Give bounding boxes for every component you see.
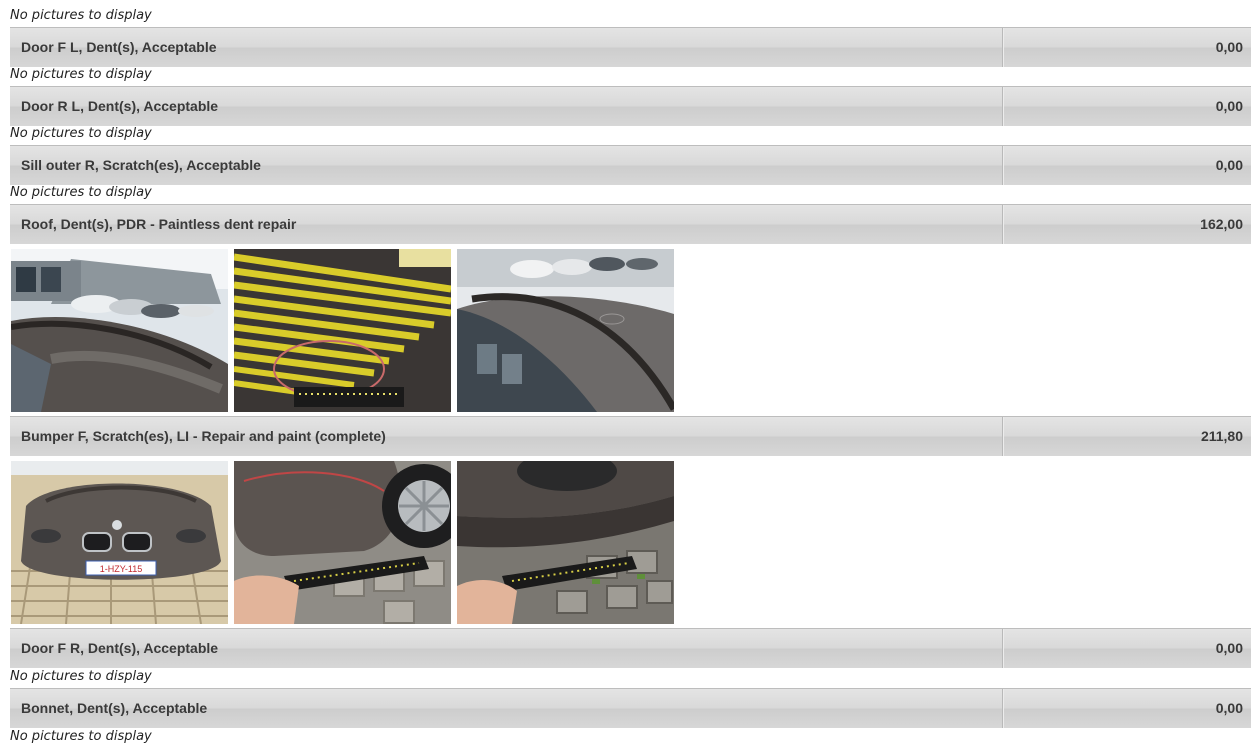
damage-amount: 162,00 xyxy=(1200,216,1243,232)
damage-description: Bonnet, Dent(s), Acceptable xyxy=(21,700,208,716)
roof-photo-3[interactable] xyxy=(457,249,674,412)
column-divider xyxy=(1002,146,1004,185)
bumper-photo-1[interactable]: 1-HZY-115 xyxy=(11,461,228,624)
license-plate: 1-HZY-115 xyxy=(100,564,143,574)
damage-row-bonnet[interactable]: Bonnet, Dent(s), Acceptable 0,00 xyxy=(10,688,1251,728)
damage-amount: 0,00 xyxy=(1215,157,1243,173)
no-pictures-note: No pictures to display xyxy=(10,729,152,744)
damage-description: Door F L, Dent(s), Acceptable xyxy=(21,39,217,55)
damage-description: Roof, Dent(s), PDR - Paintless dent repa… xyxy=(21,216,297,232)
bumper-photo-3[interactable] xyxy=(457,461,674,624)
damage-row-bumper-f[interactable]: Bumper F, Scratch(es), LI - Repair and p… xyxy=(10,416,1251,456)
no-pictures-note: No pictures to display xyxy=(10,185,152,200)
column-divider xyxy=(1002,28,1004,67)
roof-photo-2[interactable] xyxy=(234,249,451,412)
column-divider xyxy=(1002,417,1004,456)
column-divider xyxy=(1002,205,1004,244)
damage-amount: 0,00 xyxy=(1215,700,1243,716)
no-pictures-note: No pictures to display xyxy=(10,67,152,82)
damage-amount: 0,00 xyxy=(1215,640,1243,656)
damage-row-door-fr[interactable]: Door F R, Dent(s), Acceptable 0,00 xyxy=(10,628,1251,668)
damage-row-roof[interactable]: Roof, Dent(s), PDR - Paintless dent repa… xyxy=(10,204,1251,244)
column-divider xyxy=(1002,87,1004,126)
damage-amount: 211,80 xyxy=(1200,428,1243,444)
damage-row-door-rl[interactable]: Door R L, Dent(s), Acceptable 0,00 xyxy=(10,86,1251,126)
no-pictures-note: No pictures to display xyxy=(10,126,152,141)
bumper-photo-2[interactable] xyxy=(234,461,451,624)
damage-description: Door R L, Dent(s), Acceptable xyxy=(21,98,219,114)
damage-row-door-fl[interactable]: Door F L, Dent(s), Acceptable 0,00 xyxy=(10,27,1251,67)
damage-amount: 0,00 xyxy=(1215,98,1243,114)
no-pictures-note: No pictures to display xyxy=(10,669,152,684)
damage-row-sill-outer-r[interactable]: Sill outer R, Scratch(es), Acceptable 0,… xyxy=(10,145,1251,185)
column-divider xyxy=(1002,689,1004,728)
damage-description: Sill outer R, Scratch(es), Acceptable xyxy=(21,157,261,173)
no-pictures-note: No pictures to display xyxy=(10,8,152,23)
damage-description: Bumper F, Scratch(es), LI - Repair and p… xyxy=(21,428,386,444)
damage-amount: 0,00 xyxy=(1215,39,1243,55)
roof-photo-1[interactable] xyxy=(11,249,228,412)
damage-description: Door F R, Dent(s), Acceptable xyxy=(21,640,219,656)
column-divider xyxy=(1002,629,1004,668)
